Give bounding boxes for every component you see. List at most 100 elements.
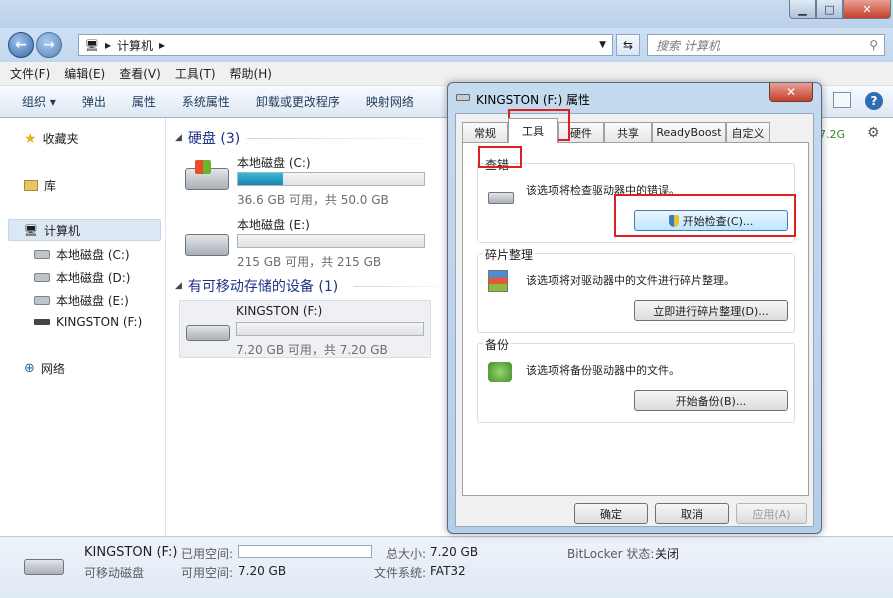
group-divider <box>353 286 453 287</box>
back-button[interactable]: ← <box>8 32 34 58</box>
refresh-icon: ⇆ <box>622 38 634 52</box>
drive-icon <box>34 273 50 282</box>
sidebar-item-label: 本地磁盘 (D:) <box>56 271 131 285</box>
drive-item-e[interactable]: 本地磁盘 (E:) 215 GB 可用，共 215 GB <box>181 214 441 272</box>
removable-group-header[interactable]: ◢ 有可移动存储的设备 (1) <box>175 276 338 296</box>
tab-general[interactable]: 常规 <box>462 122 508 142</box>
tab-tools[interactable]: 工具 <box>508 118 558 143</box>
usb-drive-icon <box>186 325 230 341</box>
ok-button[interactable]: 确定 <box>574 503 648 524</box>
cancel-button[interactable]: 取消 <box>655 503 729 524</box>
arrow-right-icon: → <box>43 37 55 53</box>
drive-icon <box>34 296 50 305</box>
properties-button[interactable]: 属性 <box>132 93 156 110</box>
sidebar-item-drive-e[interactable]: 本地磁盘 (E:) <box>34 292 129 309</box>
partial-drive-text: 7.2G <box>819 128 846 141</box>
sidebar-item-drive-d[interactable]: 本地磁盘 (D:) <box>34 269 130 286</box>
sidebar-item-label: 网络 <box>40 362 65 376</box>
hdd-group-header[interactable]: ◢ 硬盘 (3) <box>175 128 240 148</box>
collapse-arrow-icon: ◢ <box>175 133 182 143</box>
arrow-left-icon: ← <box>15 37 27 53</box>
windows-logo-icon <box>195 160 211 174</box>
menu-tools[interactable]: 工具(T) <box>175 65 216 82</box>
sidebar-item-computer[interactable]: 🖥 计算机 <box>24 222 80 239</box>
view-options-icon[interactable] <box>833 92 851 108</box>
refresh-button[interactable]: ⇆ <box>616 34 640 56</box>
defrag-title: 碎片整理 <box>483 246 536 263</box>
sidebar-item-drive-f[interactable]: KINGSTON (F:) <box>34 315 142 329</box>
backup-title: 备份 <box>483 336 512 353</box>
file-system-value: FAT32 <box>430 564 466 578</box>
tab-sharing[interactable]: 共享 <box>604 122 652 142</box>
tab-readyboost[interactable]: ReadyBoost <box>652 122 726 142</box>
tab-customize[interactable]: 自定义 <box>726 122 770 142</box>
help-icon[interactable]: ? <box>865 92 883 110</box>
selected-drive-name: KINGSTON (F:) <box>84 545 178 560</box>
start-backup-button[interactable]: 开始备份(B)... <box>634 390 788 411</box>
group-title: 有可移动存储的设备 (1) <box>187 279 339 295</box>
defrag-icon <box>488 270 508 292</box>
bitlocker-label: BitLocker 状态: <box>567 547 655 561</box>
organize-button[interactable]: 组织 ▾ <box>22 93 56 110</box>
backup-icon <box>488 362 512 382</box>
sidebar-item-label: 库 <box>44 179 57 193</box>
collapse-arrow-icon: ◢ <box>175 281 182 291</box>
chevron-right-icon: ▸ <box>104 38 111 52</box>
menu-view[interactable]: 查看(V) <box>119 65 161 82</box>
minimize-button[interactable]: ▁ <box>789 0 816 19</box>
drive-item-f[interactable]: KINGSTON (F:) 7.20 GB 可用，共 7.20 GB <box>179 300 431 358</box>
maximize-button[interactable]: □ <box>816 0 843 19</box>
search-placeholder: 搜索 计算机 <box>656 38 720 53</box>
file-system-label: 文件系统: <box>374 566 427 580</box>
menu-edit[interactable]: 编辑(E) <box>64 65 105 82</box>
details-pane: KINGSTON (F:) 可移动磁盘 已用空间: 可用空间: 7.20 GB … <box>0 536 893 598</box>
dialog-body: 常规 工具 硬件 共享 ReadyBoost 自定义 该选项将检查驱动器中的错误… <box>455 113 814 527</box>
drive-name: 本地磁盘 (E:) <box>237 218 310 232</box>
free-space-label: 可用空间: <box>181 566 234 580</box>
chevron-down-icon[interactable]: ▼ <box>599 40 606 50</box>
used-space-label: 已用空间: <box>181 547 234 561</box>
eject-button[interactable]: 弹出 <box>82 93 106 110</box>
sidebar-item-label: 本地磁盘 (E:) <box>56 294 129 308</box>
menu-file[interactable]: 文件(F) <box>10 65 50 82</box>
library-icon <box>24 180 38 191</box>
close-icon: ✕ <box>785 85 797 99</box>
system-properties-button[interactable]: 系统属性 <box>182 93 230 110</box>
sidebar-item-favorites[interactable]: ★ 收藏夹 <box>24 130 79 147</box>
drive-icon <box>456 94 470 101</box>
free-space-value: 7.20 GB <box>238 564 287 578</box>
backup-description: 该选项将备份驱动器中的文件。 <box>526 364 680 377</box>
system-drive-icon <box>34 250 50 259</box>
breadcrumb[interactable]: 计算机 <box>117 37 153 54</box>
sidebar-item-network[interactable]: ⊕ 网络 <box>24 360 65 377</box>
chevron-right-icon: ▸ <box>159 38 166 52</box>
sidebar-item-drive-c[interactable]: 本地磁盘 (C:) <box>34 246 130 263</box>
navigation-pane: ★ 收藏夹 库 🖥 计算机 本地磁盘 (C:) 本地磁盘 (D:) 本地磁盘 (… <box>0 118 166 536</box>
close-button[interactable]: ✕ <box>843 0 891 19</box>
defrag-description: 该选项将对驱动器中的文件进行碎片整理。 <box>526 274 735 287</box>
usage-bar <box>236 322 424 336</box>
sidebar-item-libraries[interactable]: 库 <box>24 177 56 194</box>
defrag-button[interactable]: 立即进行碎片整理(D)... <box>634 300 788 321</box>
address-row: ← → 🖥 ▸ 计算机 ▸ ▼ ⇆ 搜索 计算机 ⚲ <box>0 28 893 62</box>
address-bar[interactable]: 🖥 ▸ 计算机 ▸ ▼ <box>78 34 613 56</box>
drive-detail: 215 GB 可用，共 215 GB <box>237 255 382 269</box>
group-title: 硬盘 (3) <box>187 131 241 147</box>
menu-help[interactable]: 帮助(H) <box>230 65 272 82</box>
star-icon: ★ <box>24 130 37 147</box>
search-icon: ⚲ <box>869 38 878 52</box>
drive-item-c[interactable]: 本地磁盘 (C:) 36.6 GB 可用，共 50.0 GB <box>181 152 441 210</box>
sidebar-item-label: 计算机 <box>43 224 80 238</box>
search-input[interactable]: 搜索 计算机 ⚲ <box>647 34 885 56</box>
dialog-title: KINGSTON (F:) 属性 <box>476 93 591 107</box>
sidebar-item-label: KINGSTON (F:) <box>56 315 143 329</box>
gear-icon[interactable]: ⚙ <box>867 125 880 141</box>
map-network-button[interactable]: 映射网络 <box>366 93 414 110</box>
apply-button[interactable]: 应用(A) <box>736 503 807 524</box>
drive-icon <box>488 192 514 204</box>
computer-icon: 🖥 <box>24 224 38 237</box>
forward-button[interactable]: → <box>36 32 62 58</box>
highlight-error-check-title <box>478 146 522 168</box>
dialog-close-button[interactable]: ✕ <box>769 83 813 102</box>
uninstall-button[interactable]: 卸载或更改程序 <box>256 93 340 110</box>
